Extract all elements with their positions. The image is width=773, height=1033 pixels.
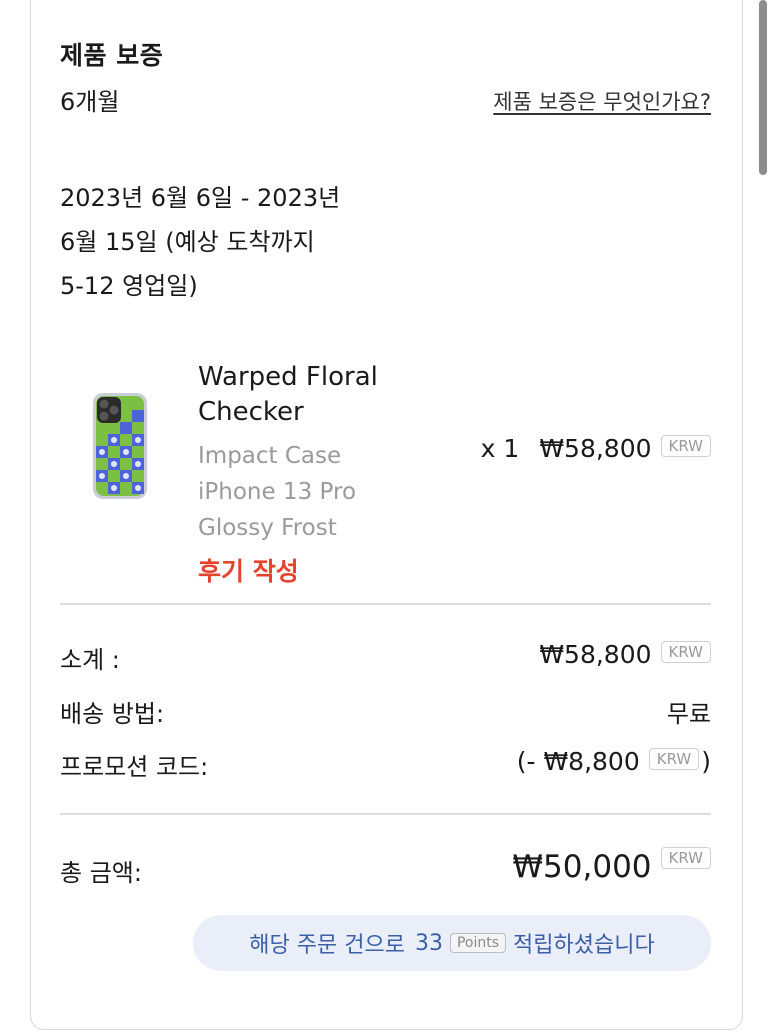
scrollbar[interactable] <box>759 0 767 175</box>
variant-type: Impact Case <box>198 443 342 469</box>
total-value: ₩50,000 <box>512 849 652 885</box>
currency-badge: KRW <box>660 641 711 663</box>
points-earned-banner: 해당 주문 건으로 33 Points 적립하셨습니다 <box>193 915 711 971</box>
subtotal-label: 소계 : <box>60 646 120 674</box>
warranty-title: 제품 보증 <box>60 41 164 70</box>
delivery-estimate-line: 5-12 영업일) <box>60 272 198 300</box>
promo-row: 프로모션 코드: (- ₩8,800 KRW ) <box>60 747 711 782</box>
total-row: 총 금액: ₩50,000 KRW <box>60 845 711 888</box>
currency-badge: KRW <box>660 847 711 869</box>
product-qty-price: x 1 ₩58,800 KRW <box>481 434 711 463</box>
variant-finish: Glossy Frost <box>198 515 337 541</box>
shipping-row: 배송 방법: 무료 <box>60 694 711 729</box>
warranty-period: 6개월 <box>60 88 120 116</box>
promo-label: 프로모션 코드: <box>60 753 209 781</box>
warranty-info-link[interactable]: 제품 보증은 무엇인가요? <box>493 86 711 116</box>
shipping-label: 배송 방법: <box>60 700 165 728</box>
product-name: Warped Floral Checker <box>198 360 408 430</box>
product-variant: Impact Case iPhone 13 Pro Glossy Frost <box>198 438 408 546</box>
product-info: Warped Floral Checker Impact Case iPhone… <box>198 360 408 588</box>
delivery-estimate-line: 2023년 6월 6일 - 2023년 <box>60 184 341 212</box>
shipping-value: 무료 <box>666 700 711 728</box>
currency-badge: KRW <box>648 748 700 770</box>
points-amount: 33 <box>414 930 443 956</box>
product-quantity: x 1 <box>480 434 520 463</box>
points-unit-badge: Points <box>449 933 507 953</box>
product-name-line: Warped Floral <box>198 362 378 392</box>
divider <box>60 813 711 815</box>
promo-value: (- ₩8,800 <box>516 747 640 776</box>
points-suffix: 적립하셨습니다 <box>513 933 655 958</box>
divider <box>60 603 711 605</box>
subtotal-row: 소계 : ₩58,800 KRW <box>60 640 711 675</box>
total-label: 총 금액: <box>60 859 142 887</box>
currency-badge: KRW <box>660 435 711 457</box>
delivery-estimate-line: 6월 15일 (예상 도착까지 <box>60 228 315 256</box>
points-prefix: 해당 주문 건으로 <box>249 933 405 958</box>
delivery-estimate: 2023년 6월 6일 - 2023년 6월 15일 (예상 도착까지 5-12… <box>60 176 420 308</box>
product-price: ₩58,800 <box>539 434 652 463</box>
product-image <box>93 393 147 499</box>
product-name-line: Checker <box>198 397 304 427</box>
variant-model: iPhone 13 Pro <box>198 479 357 505</box>
subtotal-value: ₩58,800 <box>539 640 652 669</box>
promo-suffix: ) <box>701 747 711 776</box>
write-review-link[interactable]: 후기 작성 <box>198 552 408 588</box>
